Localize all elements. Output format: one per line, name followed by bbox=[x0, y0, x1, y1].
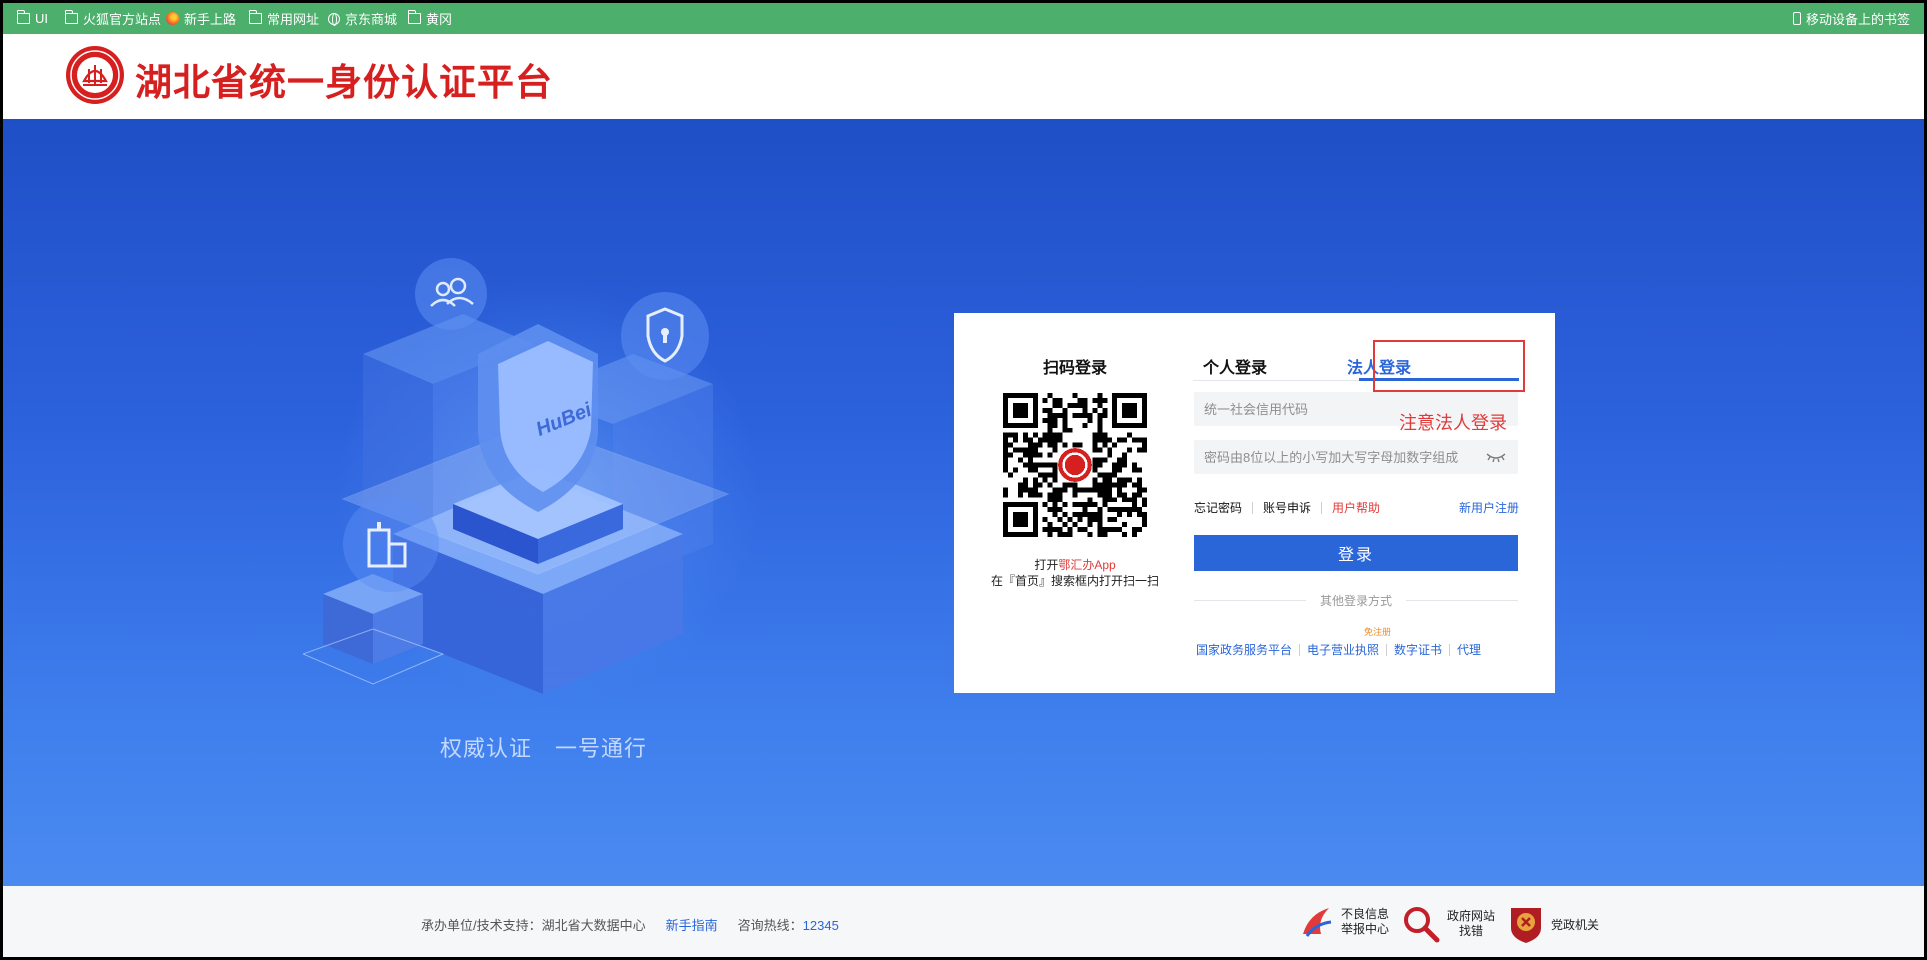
qr-hint-app: 打开鄂汇办App bbox=[1034, 558, 1116, 572]
hero-slogan: 权威认证 一号通行 bbox=[440, 736, 648, 761]
bookmark-huanggang[interactable]: 黄冈 bbox=[407, 3, 452, 34]
bookmark-ui[interactable]: UI bbox=[16, 3, 48, 34]
other-methods-label: 其他登录方式 bbox=[1306, 592, 1406, 609]
folder-icon bbox=[248, 10, 262, 24]
divider bbox=[1449, 643, 1451, 656]
highlight-annotation-box bbox=[1373, 340, 1525, 392]
other-login-methods: 国家政务服务平台 电子营业执照 数字证书 代理 bbox=[1196, 641, 1481, 658]
e-license-link[interactable]: 电子营业执照 bbox=[1307, 641, 1379, 658]
site-footer: 承办单位/技术支持：湖北省大数据中心 新手指南 咨询热线：12345 不良信息 … bbox=[3, 886, 1924, 957]
phone-icon bbox=[1792, 12, 1801, 25]
qr-code[interactable] bbox=[1003, 393, 1147, 537]
folder-icon bbox=[407, 10, 421, 24]
qr-hint-scan: 在『首页』搜索框内打开扫一扫 bbox=[990, 574, 1159, 588]
account-appeal-link[interactable]: 账号申诉 bbox=[1263, 499, 1311, 516]
divider bbox=[1252, 501, 1254, 514]
bookmark-common-urls[interactable]: 常用网址 bbox=[248, 3, 319, 34]
login-card: 扫码登录 打开鄂汇办App 在『首页』搜索框内打开扫一扫 个人登录 法人登录 注… bbox=[954, 313, 1555, 693]
site-header: 湖北省统一身份认证平台 bbox=[3, 34, 1924, 119]
divider bbox=[1321, 501, 1323, 514]
hubei-logo-icon bbox=[66, 46, 124, 104]
digital-cert-link[interactable]: 数字证书 bbox=[1394, 641, 1442, 658]
hotline-number: 12345 bbox=[802, 918, 839, 933]
national-platform-link[interactable]: 国家政务服务平台 bbox=[1196, 641, 1292, 658]
eye-closed-icon[interactable] bbox=[1486, 451, 1506, 463]
folder-icon bbox=[16, 10, 30, 24]
qr-login-title: 扫码登录 bbox=[1042, 360, 1107, 377]
login-button[interactable]: 登录 bbox=[1194, 535, 1518, 571]
bookmark-mobile[interactable]: 移动设备上的书签 bbox=[1792, 3, 1910, 34]
browser-frame: UI 火狐官方站点 新手上路 常用网址 京东商城 黄冈 移动设备上的书签 湖北省… bbox=[0, 0, 1927, 960]
footer-info: 承办单位/技术支持：湖北省大数据中心 新手指南 咨询热线：12345 bbox=[421, 915, 839, 934]
annotation-text: 注意法人登录 bbox=[1399, 413, 1507, 433]
gov-site-error-badge[interactable]: 政府网站 找错 bbox=[1401, 904, 1495, 944]
divider bbox=[1299, 643, 1301, 656]
security-illustration: HuBei bbox=[303, 258, 730, 694]
app-name: 鄂汇办App bbox=[1058, 558, 1116, 572]
bookmark-getting-started[interactable]: 新手上路 bbox=[166, 3, 236, 34]
account-links: 忘记密码 账号申诉 用户帮助 bbox=[1194, 499, 1380, 516]
no-register-badge: 免注册 bbox=[1364, 627, 1392, 637]
site-title: 湖北省统一身份认证平台 bbox=[135, 60, 553, 104]
beginner-guide-link[interactable]: 新手指南 bbox=[666, 915, 718, 934]
report-center-icon bbox=[1303, 908, 1332, 937]
globe-icon bbox=[328, 12, 340, 26]
party-gov-emblem-icon bbox=[1511, 908, 1541, 943]
report-center-badge[interactable]: 不良信息 举报中心 bbox=[1299, 904, 1389, 940]
footer-org: 承办单位/技术支持：湖北省大数据中心 bbox=[421, 918, 646, 933]
password-input[interactable] bbox=[1194, 440, 1518, 474]
folder-icon bbox=[64, 10, 78, 24]
forgot-password-link[interactable]: 忘记密码 bbox=[1194, 499, 1242, 516]
bookmark-jd[interactable]: 京东商城 bbox=[328, 3, 397, 34]
bookmark-firefox-site[interactable]: 火狐官方站点 bbox=[64, 3, 161, 34]
user-help-link[interactable]: 用户帮助 bbox=[1332, 499, 1380, 516]
register-link[interactable]: 新用户注册 bbox=[1459, 499, 1519, 516]
proxy-link[interactable]: 代理 bbox=[1457, 641, 1481, 658]
tab-personal-login[interactable]: 个人登录 bbox=[1175, 354, 1295, 378]
password-field[interactable] bbox=[1194, 440, 1518, 474]
party-gov-badge[interactable]: 党政机关 bbox=[1507, 904, 1599, 944]
magnifier-icon bbox=[1404, 907, 1440, 943]
firefox-icon bbox=[166, 12, 179, 25]
hotline: 咨询热线：12345 bbox=[737, 918, 839, 933]
bookmarks-bar: UI 火狐官方站点 新手上路 常用网址 京东商城 黄冈 移动设备上的书签 bbox=[3, 3, 1924, 34]
divider bbox=[1386, 643, 1388, 656]
